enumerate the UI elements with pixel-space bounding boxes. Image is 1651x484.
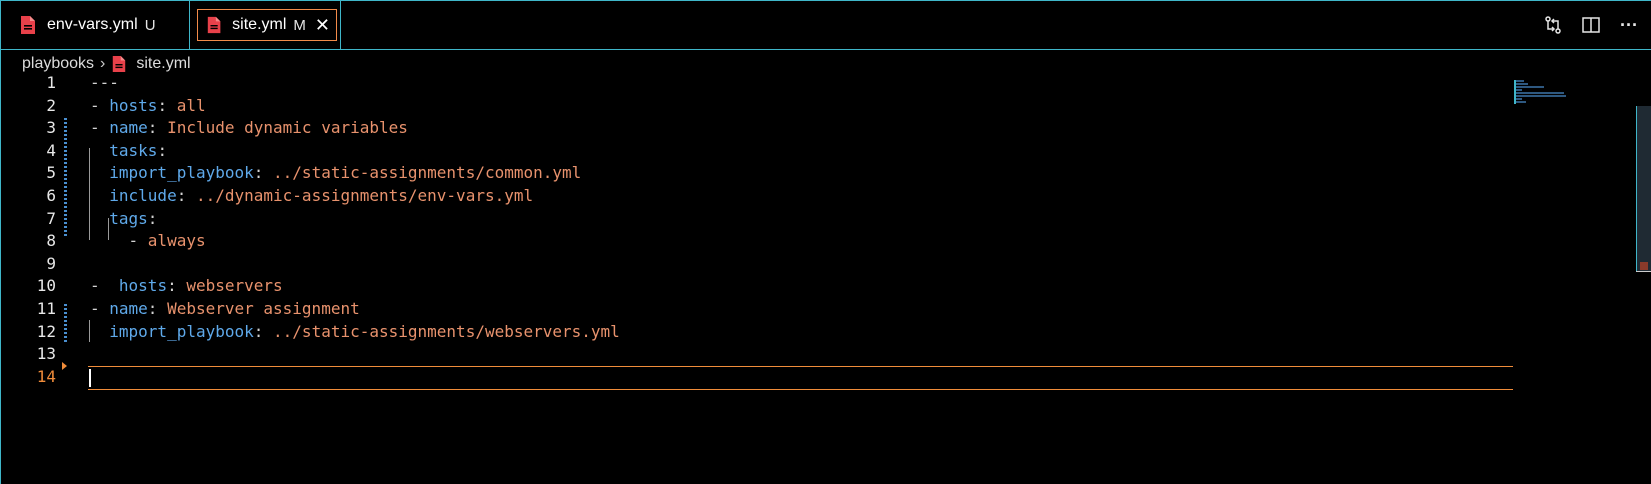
yaml-punctuation — [90, 163, 109, 182]
tab-label: env-vars.yml — [47, 16, 138, 33]
line-number: 8 — [46, 231, 56, 251]
scrollbar-thumb[interactable] — [1636, 106, 1651, 271]
tab-label: site.yml — [232, 16, 287, 33]
code-text: - hosts: webservers — [90, 274, 283, 298]
source-control-compare-icon[interactable] — [1541, 13, 1565, 37]
line-number: 12 — [36, 321, 56, 341]
line-number: 3 — [46, 118, 56, 138]
code-line[interactable]: 5 import_playbook: ../static-assignments… — [0, 161, 1520, 185]
editor-actions: ··· — [1541, 1, 1641, 49]
line-number: 11 — [36, 299, 56, 318]
yaml-punctuation: : — [147, 118, 168, 138]
yaml-punctuation: : — [147, 299, 168, 318]
tab-env-vars[interactable]: env-vars.yml U — [5, 1, 190, 49]
line-number: 13 — [36, 344, 56, 364]
tab-bar: env-vars.yml U site.yml M ✕ ··· — [1, 1, 1651, 50]
active-tab-frame: site.yml M ✕ — [197, 9, 337, 41]
code-line[interactable]: 1 --- — [0, 71, 1520, 95]
yaml-value: always — [147, 231, 206, 251]
yaml-value: Webserver assignment — [167, 299, 360, 318]
yaml-punctuation: --- — [90, 73, 119, 92]
code-line[interactable]: 10 - hosts: webservers — [0, 274, 1520, 298]
yaml-value: Include dynamic variables — [167, 118, 408, 138]
code-line[interactable]: 11 - name: Webserver assignment — [0, 297, 1520, 321]
yaml-punctuation — [90, 322, 109, 341]
code-line[interactable]: 13 — [0, 342, 1520, 366]
line-number: 10 — [36, 276, 56, 296]
modified-badge: M — [293, 16, 306, 34]
yaml-punctuation: - — [90, 276, 119, 296]
code-text: --- — [90, 71, 119, 95]
yaml-key: import_playbook — [109, 163, 254, 183]
line-number: 6 — [46, 186, 56, 205]
yaml-file-icon — [207, 16, 221, 34]
minimap-slider[interactable] — [1514, 80, 1516, 104]
yaml-punctuation: : — [147, 208, 158, 228]
yaml-key: include — [109, 186, 177, 205]
code-line[interactable]: 9 — [0, 252, 1520, 276]
yaml-punctuation: : — [157, 95, 177, 115]
yaml-value: webservers — [186, 276, 283, 296]
yaml-punctuation: - — [90, 95, 110, 115]
code-text: - name: Webserver assignment — [90, 297, 360, 321]
yaml-key: hosts — [109, 95, 158, 115]
more-actions-icon[interactable]: ··· — [1617, 13, 1641, 37]
yaml-key: name — [109, 118, 148, 138]
code-text: import_playbook: ../static-assignments/w… — [90, 320, 620, 344]
scrollbar-marker — [1640, 262, 1648, 270]
code-line[interactable]: 8 - always — [0, 229, 1520, 253]
code-line[interactable]: 4 tasks: — [0, 139, 1520, 163]
code-line[interactable]: 12 import_playbook: ../static-assignment… — [0, 320, 1520, 344]
yaml-key: tasks — [109, 140, 158, 160]
yaml-punctuation — [90, 186, 109, 205]
code-text: import_playbook: ../static-assignments/c… — [90, 161, 581, 185]
yaml-punctuation: : — [253, 163, 274, 183]
yaml-key: tags — [109, 208, 148, 228]
code-line[interactable]: 7 tags: — [0, 207, 1520, 231]
untracked-badge: U — [144, 16, 156, 34]
yaml-value: all — [176, 95, 206, 115]
yaml-punctuation: - — [90, 118, 110, 138]
yaml-punctuation: : — [167, 276, 187, 296]
line-number: 1 — [46, 73, 56, 92]
code-text: - always — [90, 229, 206, 253]
yaml-punctuation: : — [157, 140, 168, 160]
minimap[interactable] — [1514, 80, 1594, 106]
code-text: include: ../dynamic-assignments/env-vars… — [90, 184, 533, 208]
line-number: 14 — [36, 366, 56, 386]
line-number: 7 — [46, 208, 56, 228]
tab-separator — [340, 1, 341, 49]
code-text: tasks: — [90, 139, 167, 163]
yaml-value: ../static-assignments/webservers.yml — [273, 321, 620, 341]
yaml-punctuation: : — [253, 321, 274, 341]
yaml-punctuation: : — [176, 186, 196, 205]
line-number: 2 — [46, 95, 56, 115]
scrollbar-cursor-marker — [1636, 271, 1651, 272]
yaml-value: ../dynamic-assignments/env-vars.yml — [195, 186, 534, 205]
code-text: tags: — [90, 207, 157, 231]
code-text: - hosts: all — [90, 94, 206, 118]
close-icon[interactable]: ✕ — [315, 15, 330, 36]
line-number: 5 — [46, 163, 56, 183]
code-line[interactable]: 14 — [0, 365, 1520, 389]
yaml-key: hosts — [118, 276, 168, 296]
code-text: - name: Include dynamic variables — [90, 116, 408, 140]
split-editor-icon[interactable] — [1579, 13, 1603, 37]
code-line[interactable]: 6 include: ../dynamic-assignments/env-va… — [0, 184, 1520, 208]
code-line[interactable]: 2 - hosts: all — [0, 94, 1520, 118]
yaml-file-icon — [21, 16, 35, 34]
code-editor[interactable]: 1 --- 2- hosts: all 3- name: Include dynami… — [0, 73, 1651, 484]
code-line[interactable]: 3 - name: Include dynamic variables — [0, 116, 1520, 140]
yaml-key: name — [109, 299, 148, 318]
yaml-punctuation — [90, 141, 109, 160]
line-number: 9 — [46, 253, 56, 273]
yaml-key: import_playbook — [109, 321, 254, 341]
yaml-punctuation: - — [90, 231, 148, 251]
tab-site[interactable]: site.yml M ✕ — [191, 1, 337, 49]
line-number: 4 — [46, 140, 56, 160]
yaml-value: ../static-assignments/common.yml — [273, 163, 582, 183]
yaml-punctuation: - — [90, 299, 110, 318]
yaml-punctuation — [90, 209, 109, 228]
